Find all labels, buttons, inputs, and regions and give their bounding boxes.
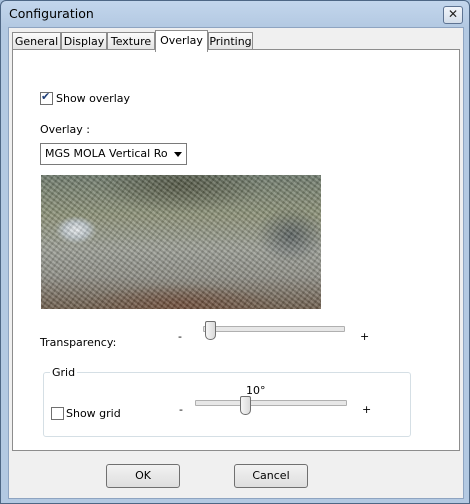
show-overlay-label[interactable]: Show overlay	[56, 92, 130, 105]
close-icon[interactable]: ✕	[443, 6, 463, 24]
title-bar[interactable]: Configuration ✕	[1, 1, 469, 27]
overlay-label: Overlay :	[40, 123, 90, 136]
grid-spacing-minus: -	[179, 403, 183, 416]
transparency-label: Transparency:	[40, 336, 117, 349]
transparency-slider-thumb[interactable]	[205, 321, 216, 340]
grid-group: Grid Show grid 10° - +	[43, 366, 411, 437]
transparency-plus: +	[360, 330, 370, 343]
tab-overlay[interactable]: Overlay	[155, 30, 208, 52]
tab-general[interactable]: General	[12, 32, 61, 50]
show-grid-checkbox[interactable]	[51, 407, 64, 420]
ok-button[interactable]: OK	[106, 464, 180, 488]
grid-spacing-slider[interactable]	[195, 400, 347, 406]
show-grid-label[interactable]: Show grid	[66, 407, 121, 420]
cancel-button[interactable]: Cancel	[234, 464, 308, 488]
grid-spacing-slider-thumb[interactable]	[240, 396, 251, 415]
show-overlay-checkbox[interactable]	[40, 90, 53, 105]
window-title: Configuration	[9, 6, 94, 21]
tab-texture[interactable]: Texture	[107, 32, 155, 50]
overlay-select[interactable]: MGS MOLA Vertical Roughness	[40, 143, 187, 165]
grid-spacing-plus: +	[362, 403, 372, 416]
tab-printing[interactable]: Printing	[208, 32, 253, 50]
chevron-down-icon[interactable]	[174, 152, 182, 157]
overlay-tab-panel: Show overlay Overlay : MGS MOLA Vertical…	[12, 49, 460, 451]
overlay-select-value: MGS MOLA Vertical Roughness	[45, 147, 167, 160]
transparency-slider[interactable]	[203, 326, 345, 332]
grid-group-title: Grid	[50, 366, 78, 379]
overlay-preview-image	[41, 175, 321, 309]
transparency-minus: -	[178, 330, 182, 343]
dialog-client-area: General Display Texture Overlay Printing…	[8, 27, 464, 499]
configuration-window: Configuration ✕ General Display Texture …	[0, 0, 470, 504]
tab-display[interactable]: Display	[61, 32, 107, 50]
